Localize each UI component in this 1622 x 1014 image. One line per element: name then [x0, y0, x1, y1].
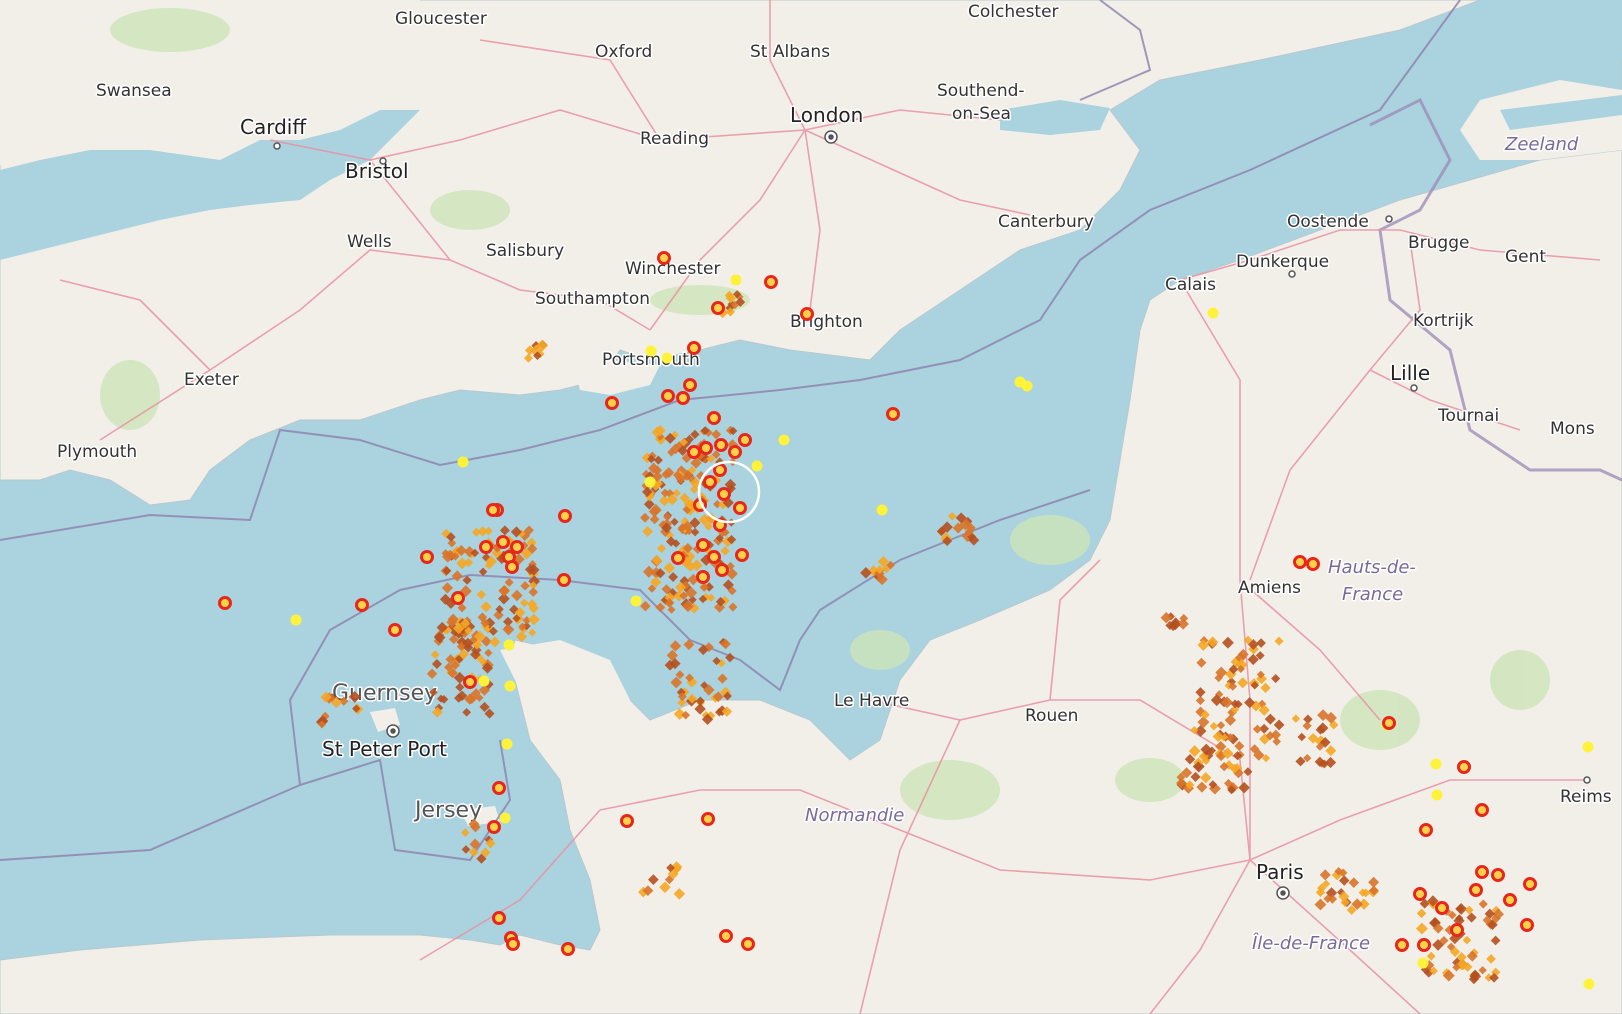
label-oxford: Oxford: [595, 42, 652, 62]
label-swansea: Swansea: [96, 81, 172, 101]
label-southampton: Southampton: [535, 289, 650, 309]
label-normandie: Normandie: [805, 805, 904, 826]
label-st-albans: St Albans: [750, 42, 830, 62]
label-jersey: Jersey: [413, 798, 482, 823]
label-reading: Reading: [640, 129, 709, 149]
label-colchester: Colchester: [968, 2, 1059, 22]
label-guernsey: Guernsey: [332, 681, 437, 706]
label-paris: Paris: [1256, 860, 1304, 884]
label-hauts-de: Hauts-de-: [1328, 557, 1416, 578]
label-oostende: Oostende: [1287, 212, 1369, 232]
label-lille: Lille: [1390, 361, 1430, 385]
label-amiens: Amiens: [1238, 578, 1301, 598]
label-southend: Southend-: [937, 81, 1025, 101]
label-reims: Reims: [1560, 787, 1612, 807]
label-gent: Gent: [1505, 247, 1546, 267]
label-brugge: Brugge: [1408, 233, 1469, 253]
label-kortrijk: Kortrijk: [1413, 311, 1474, 331]
label-mons: Mons: [1550, 419, 1595, 439]
label-exeter: Exeter: [184, 370, 239, 390]
label-canterbury: Canterbury: [998, 212, 1094, 232]
label-bristol: Bristol: [345, 159, 409, 183]
label-ile-de-france: Île-de-France: [1252, 932, 1370, 954]
label-cardiff: Cardiff: [240, 115, 307, 139]
label-winchester: Winchester: [625, 259, 720, 279]
label-le-havre: Le Havre: [834, 691, 909, 711]
label-tournai: Tournai: [1437, 406, 1499, 426]
label-southend-2: on-Sea: [952, 104, 1011, 124]
label-rouen: Rouen: [1025, 706, 1078, 726]
label-london: London: [790, 103, 863, 127]
label-plymouth: Plymouth: [57, 442, 137, 462]
map-canvas[interactable]: Gloucester Colchester Oxford St Albans S…: [0, 0, 1622, 1014]
label-salisbury: Salisbury: [486, 241, 564, 261]
label-calais: Calais: [1165, 275, 1216, 295]
label-france: France: [1342, 584, 1403, 605]
label-zeeland: Zeeland: [1504, 134, 1579, 155]
label-st-peter-port: St Peter Port: [322, 737, 447, 761]
label-gloucester: Gloucester: [395, 9, 487, 29]
label-wells: Wells: [347, 232, 392, 252]
label-dunkerque: Dunkerque: [1236, 252, 1329, 272]
